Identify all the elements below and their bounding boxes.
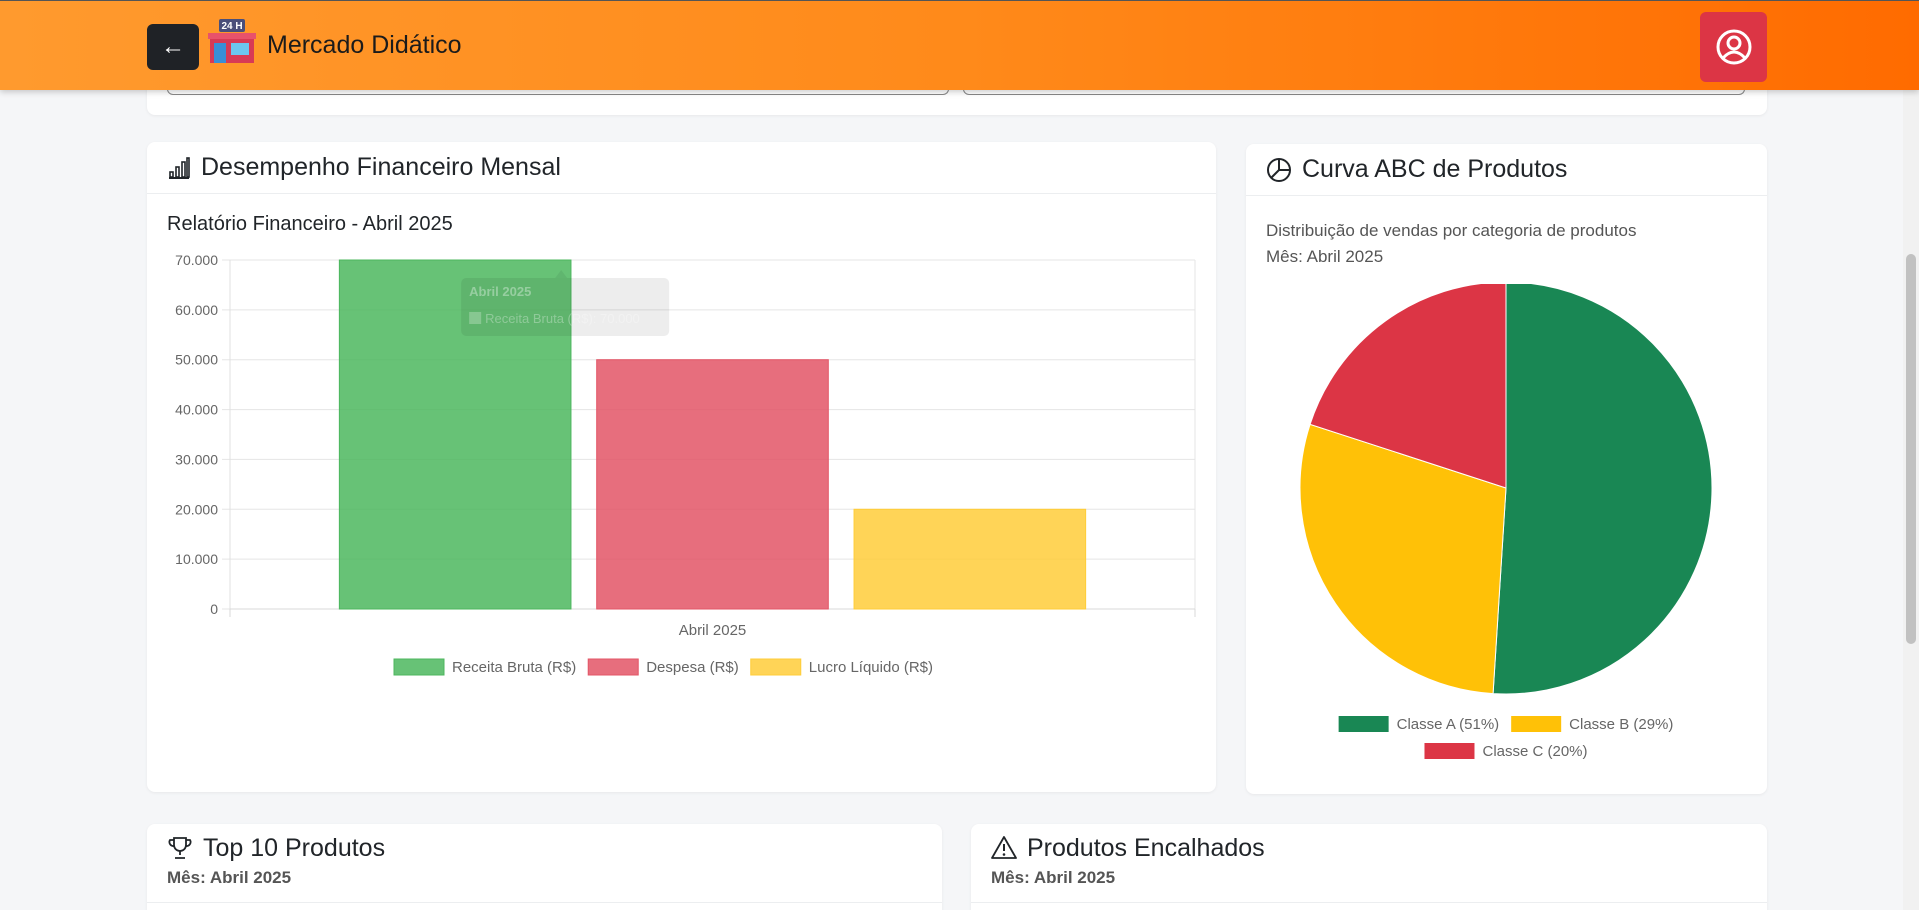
top-navbar: ← 24 H Mercado Didático	[0, 0, 1919, 90]
top10-card-header: Top 10 Produtos	[147, 824, 942, 872]
financial-card-title: Desempenho Financeiro Mensal	[201, 153, 561, 181]
bar-3	[853, 508, 1087, 610]
user-circle-icon	[1716, 29, 1751, 65]
profile-button[interactable]	[1700, 12, 1767, 82]
y-tick-label: 10.000	[175, 551, 218, 567]
legend-label-1: Receita Bruta (R$)	[452, 659, 576, 676]
abc-pie-chart[interactable]: Classe A (51%) Classe B (29%) Classe C (20…	[1246, 284, 1767, 784]
pie-legend-label-3: Classe C (20%)	[1482, 743, 1587, 760]
top10-card: Top 10 Produtos Mês: Abril 2025	[147, 824, 942, 910]
encalhados-month: Mês: Abril 2025	[991, 868, 1116, 887]
legend-label-3: Lucro Líquido (R$)	[809, 659, 933, 676]
financial-report-subtitle: Relatório Financeiro - Abril 2025	[167, 213, 453, 235]
store-logo-icon: 24 H	[208, 19, 256, 63]
y-tick-label: 20.000	[175, 501, 218, 517]
y-tick-label: 70.000	[175, 252, 218, 268]
back-button[interactable]: ←	[147, 24, 199, 70]
legend-label-2: Despesa (R$)	[646, 659, 739, 676]
x-category-label: Abril 2025	[679, 622, 747, 639]
arrow-left-icon: ←	[161, 33, 185, 60]
tooltip-body: Receita Bruta (R$): 70.000	[485, 311, 640, 326]
top10-divider	[147, 902, 942, 903]
abc-card-title: Curva ABC de Produtos	[1302, 155, 1568, 183]
abc-card-header: Curva ABC de Produtos	[1246, 144, 1767, 196]
y-tick-label: 60.000	[175, 302, 218, 318]
y-tick-label: 0	[210, 601, 218, 617]
page-scrollbar[interactable]	[1903, 0, 1919, 910]
trophy-icon	[168, 837, 192, 859]
encalhados-divider	[971, 902, 1767, 903]
top10-month: Mês: Abril 2025	[167, 868, 292, 887]
bar-chart-icon	[169, 156, 190, 179]
pie-legend-swatch-1	[1338, 716, 1389, 732]
y-tick-label: 40.000	[175, 402, 218, 418]
legend-row-1: Classe A (51%) Classe B (29%)	[1338, 716, 1673, 733]
pie-chart-icon	[1267, 157, 1291, 182]
encalhados-card-header: Produtos Encalhados	[971, 824, 1767, 872]
legend-swatch-1	[393, 658, 445, 676]
legend-row-2: Classe C (20%)	[1424, 743, 1588, 760]
encalhados-card-title: Produtos Encalhados	[1027, 833, 1265, 862]
scrollbar-thumb[interactable]	[1906, 254, 1916, 644]
financial-bar-chart[interactable]: 0 10.000 20.000 30.000 40.000 50.000 60.000 70.…	[147, 242, 1216, 782]
encalhados-card: Produtos Encalhados Mês: Abril 2025	[971, 824, 1767, 910]
financial-card-header: Desempenho Financeiro Mensal	[147, 142, 1216, 194]
pie-legend-label-2: Classe B (29%)	[1569, 716, 1673, 733]
financial-card: Desempenho Financeiro Mensal Relatório F…	[147, 142, 1216, 792]
y-tick-label: 30.000	[175, 451, 218, 467]
top10-card-title: Top 10 Produtos	[203, 833, 386, 862]
y-tick-label: 50.000	[175, 352, 218, 368]
pie-legend-swatch-2	[1511, 716, 1562, 732]
tooltip-swatch	[469, 312, 482, 324]
warning-icon	[991, 836, 1017, 859]
logo-badge-text: 24 H	[221, 21, 242, 32]
pie-legend-swatch-3	[1424, 743, 1475, 759]
legend-swatch-3	[750, 658, 802, 676]
legend-swatch-2	[587, 658, 639, 676]
abc-description: Distribuição de vendas por categoria de …	[1266, 218, 1636, 270]
abc-card: Curva ABC de Produtos Distribuição de ve…	[1246, 144, 1767, 794]
pie-slice-1	[1492, 284, 1713, 695]
tooltip-title: Abril 2025	[469, 284, 531, 299]
bar-2	[596, 359, 829, 610]
brand-name[interactable]: Mercado Didático	[267, 31, 462, 60]
abc-description-line2: Mês: Abril 2025	[1266, 247, 1384, 266]
abc-description-line1: Distribuição de vendas por categoria de …	[1266, 221, 1637, 240]
pie-legend-label-1: Classe A (51%)	[1397, 716, 1500, 733]
